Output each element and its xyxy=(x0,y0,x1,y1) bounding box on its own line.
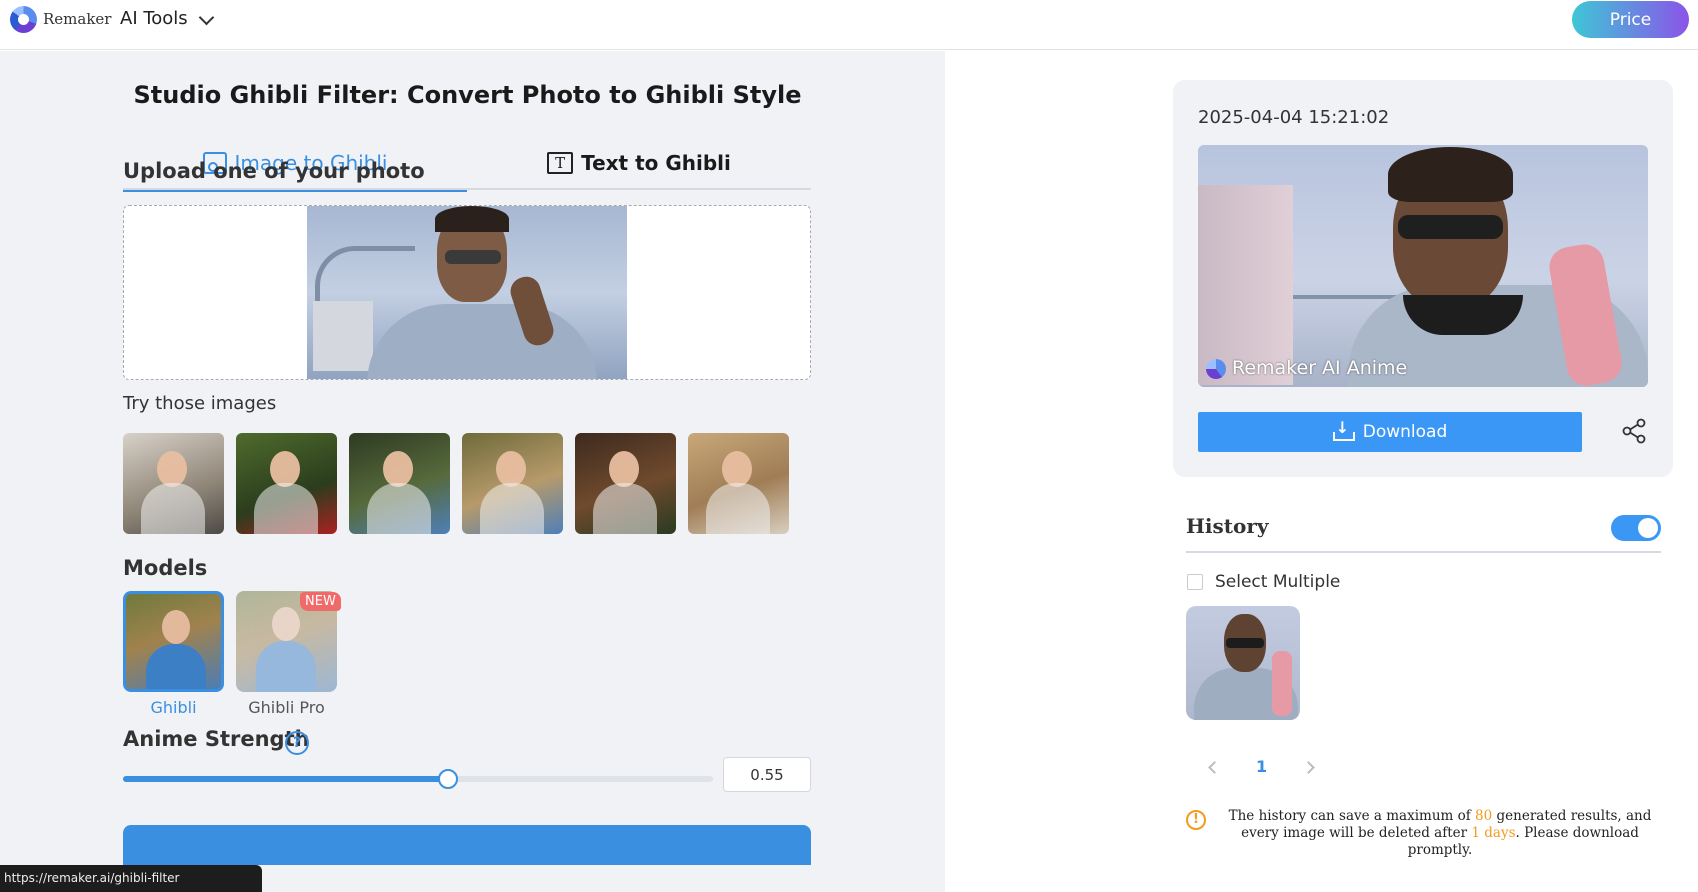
history-pagination: 1 xyxy=(1200,757,1320,781)
models-label: Models xyxy=(123,556,208,580)
model-thumbnail xyxy=(123,591,224,692)
photo-building xyxy=(313,301,373,371)
slider-fill xyxy=(123,776,448,782)
sample-image-2[interactable] xyxy=(236,433,337,534)
result-image[interactable]: Remaker AI Anime xyxy=(1198,145,1648,387)
upload-label: Upload one of your photo xyxy=(123,159,425,183)
sample-images xyxy=(123,433,823,534)
sample-image-4[interactable] xyxy=(462,433,563,534)
chevron-left-icon[interactable] xyxy=(1208,761,1221,774)
select-multiple-checkbox[interactable] xyxy=(1187,574,1203,590)
sample-image-1[interactable] xyxy=(123,433,224,534)
result-hair xyxy=(1388,147,1513,202)
download-label: Download xyxy=(1362,422,1448,442)
anime-strength-slider[interactable] xyxy=(123,769,713,789)
select-multiple-label[interactable]: Select Multiple xyxy=(1215,572,1340,592)
history-item-thumbnail[interactable] xyxy=(1186,606,1300,720)
history-title: History xyxy=(1186,514,1269,538)
anime-strength-label: Anime Strength xyxy=(123,727,310,751)
sample-image-5[interactable] xyxy=(575,433,676,534)
new-badge: NEW xyxy=(300,592,341,611)
tab-label: Text to Ghibli xyxy=(581,151,731,175)
top-bar: Remaker AI Tools Price xyxy=(0,0,1698,50)
page-number[interactable]: 1 xyxy=(1256,757,1267,776)
model-name: Ghibli xyxy=(150,698,197,717)
notice-max-count: 80 xyxy=(1475,808,1493,824)
page-title: Studio Ghibli Filter: Convert Photo to G… xyxy=(133,81,802,109)
history-toggle[interactable] xyxy=(1611,515,1661,541)
result-building xyxy=(1198,185,1293,385)
upload-dropzone[interactable] xyxy=(123,205,811,380)
download-icon xyxy=(1332,418,1355,441)
status-bar-url: https://remaker.ai/ghibli-filter xyxy=(0,865,262,892)
result-timestamp: 2025-04-04 15:21:02 xyxy=(1198,107,1390,128)
tab-text-to-ghibli[interactable]: T Text to Ghibli xyxy=(467,136,811,190)
remaker-logo-icon[interactable] xyxy=(10,6,37,33)
price-button[interactable]: Price xyxy=(1572,1,1689,38)
sample-images-label: Try those images xyxy=(123,393,277,414)
chevron-down-icon[interactable] xyxy=(198,9,215,26)
thumb-scarf xyxy=(1272,651,1292,716)
slider-handle[interactable] xyxy=(437,769,458,789)
photo-glasses xyxy=(445,250,501,264)
warning-icon: ! xyxy=(1186,810,1206,830)
anime-strength-input[interactable] xyxy=(723,757,811,792)
watermark-logo-icon xyxy=(1206,359,1226,379)
brand-name[interactable]: Remaker xyxy=(43,10,111,28)
photo-hair xyxy=(435,206,509,232)
notice-days: 1 days xyxy=(1471,825,1516,841)
download-button[interactable]: Download xyxy=(1198,412,1582,452)
ai-tools-menu[interactable]: AI Tools xyxy=(120,8,188,29)
model-name: Ghibli Pro xyxy=(248,698,325,717)
history-notice: The history can save a maximum of 80 gen… xyxy=(1212,808,1668,859)
notice-text: The history can save a maximum of xyxy=(1228,808,1476,824)
sample-image-3[interactable] xyxy=(349,433,450,534)
share-icon[interactable] xyxy=(1619,416,1649,446)
text-box-icon: T xyxy=(547,152,574,174)
result-card: 2025-04-04 15:21:02 Remaker AI Anime Dow… xyxy=(1173,80,1673,477)
uploaded-photo xyxy=(307,206,627,379)
sample-image-6[interactable] xyxy=(688,433,789,534)
generate-button[interactable] xyxy=(123,825,811,865)
result-sunglasses xyxy=(1398,215,1503,239)
help-icon[interactable]: ? xyxy=(285,731,309,755)
thumb-sunglasses xyxy=(1226,638,1264,648)
history-divider xyxy=(1186,551,1661,553)
watermark-text: Remaker AI Anime xyxy=(1232,357,1408,379)
model-ghibli[interactable]: Ghibli xyxy=(123,591,224,717)
chevron-right-icon[interactable] xyxy=(1302,761,1315,774)
